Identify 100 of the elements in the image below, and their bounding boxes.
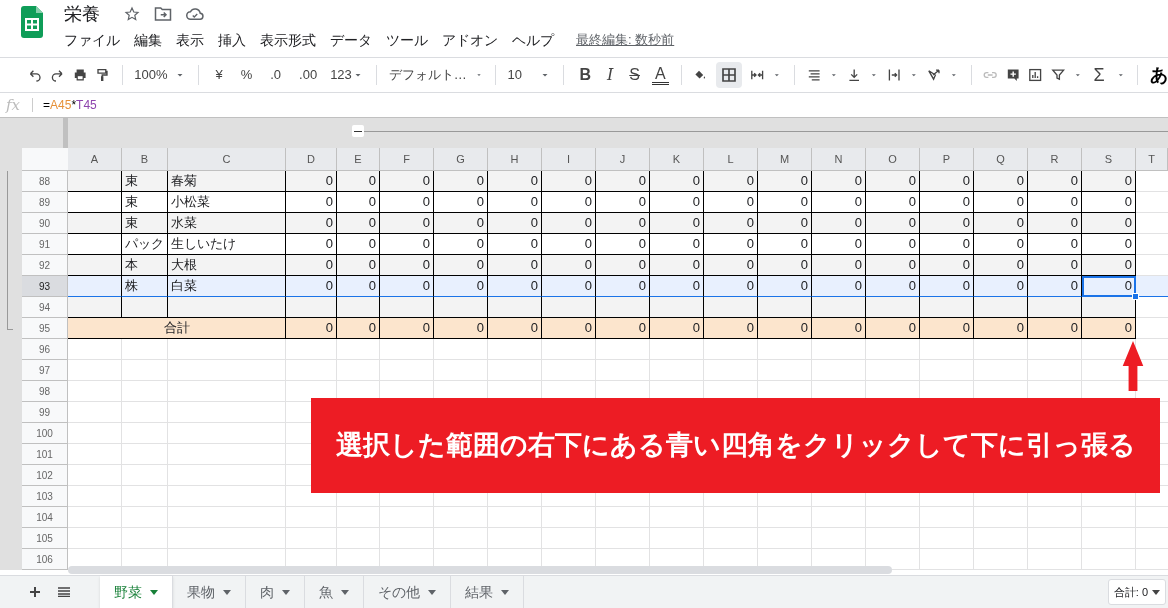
sum-dropdown[interactable]: 合計: 0 bbox=[1107, 579, 1166, 605]
bold-button[interactable]: B bbox=[575, 63, 595, 87]
table-cell: 生しいたけ bbox=[168, 234, 286, 255]
row-header[interactable]: 93 bbox=[22, 276, 68, 297]
column-header[interactable]: Q bbox=[974, 148, 1028, 171]
row-header[interactable]: 92 bbox=[22, 255, 68, 276]
strikethrough-button[interactable]: S bbox=[625, 63, 644, 87]
row-header[interactable]: 89 bbox=[22, 192, 68, 213]
caret-icon[interactable] bbox=[501, 589, 509, 595]
column-header[interactable]: N bbox=[812, 148, 866, 171]
caret-icon[interactable] bbox=[341, 589, 349, 595]
functions-button[interactable]: Σ bbox=[1090, 61, 1108, 89]
sheet-tab[interactable]: 魚 bbox=[305, 576, 364, 608]
row-header[interactable]: 90 bbox=[22, 213, 68, 234]
column-header[interactable]: A bbox=[68, 148, 122, 171]
collapse-group-button[interactable] bbox=[352, 125, 364, 137]
row-header[interactable]: 105 bbox=[22, 528, 68, 549]
percent-button[interactable]: % bbox=[235, 65, 258, 85]
row-header[interactable]: 104 bbox=[22, 507, 68, 528]
column-header[interactable]: E bbox=[337, 148, 380, 171]
menu-item[interactable]: アドオン bbox=[442, 29, 498, 51]
menu-icon[interactable] bbox=[58, 587, 70, 597]
sheets-logo-icon[interactable] bbox=[21, 6, 43, 38]
table-cell: 0 bbox=[488, 234, 542, 255]
menu-item[interactable]: ヘルプ bbox=[512, 29, 554, 51]
row-header[interactable]: 100 bbox=[22, 423, 68, 444]
sheet-tab[interactable]: その他 bbox=[364, 576, 451, 608]
caret-icon[interactable] bbox=[282, 589, 290, 595]
sheet-tab[interactable]: 結果 bbox=[451, 576, 524, 608]
row-header[interactable]: 102 bbox=[22, 465, 68, 486]
row-header[interactable]: 96 bbox=[22, 339, 68, 360]
menu-item[interactable]: 編集 bbox=[134, 29, 162, 51]
column-header[interactable]: P bbox=[920, 148, 974, 171]
font-dropdown[interactable]: デフォルト… bbox=[388, 65, 483, 85]
caret-icon[interactable] bbox=[223, 589, 231, 595]
caret-icon[interactable] bbox=[150, 589, 158, 595]
row-header[interactable]: 106 bbox=[22, 549, 68, 570]
table-cell: パック bbox=[122, 234, 168, 255]
last-edit-link[interactable]: 最終編集: 数秒前 bbox=[576, 30, 675, 50]
number-format-dropdown[interactable]: 123 bbox=[330, 65, 364, 85]
cloud-icon[interactable] bbox=[186, 7, 204, 21]
move-folder-icon[interactable] bbox=[154, 6, 172, 22]
column-header[interactable]: T bbox=[1136, 148, 1168, 171]
column-header[interactable]: B bbox=[122, 148, 168, 171]
column-header[interactable]: M bbox=[758, 148, 812, 171]
table-cell: 0 bbox=[337, 171, 380, 192]
italic-button[interactable]: I bbox=[602, 63, 618, 87]
sheet-tab[interactable]: 肉 bbox=[246, 576, 305, 608]
input-tools-button[interactable]: あ bbox=[1150, 61, 1168, 89]
font-size-dropdown[interactable]: 10 bbox=[507, 65, 551, 85]
column-header[interactable]: F bbox=[380, 148, 434, 171]
borders-icon[interactable] bbox=[719, 66, 738, 84]
row-header[interactable]: 88 bbox=[22, 171, 68, 192]
column-header[interactable]: L bbox=[704, 148, 758, 171]
sheet-tab[interactable]: 野菜 bbox=[100, 576, 173, 608]
paint-format-icon[interactable] bbox=[95, 66, 110, 84]
table-cell: 0 bbox=[704, 234, 758, 255]
column-header[interactable]: G bbox=[434, 148, 488, 171]
fill-handle[interactable] bbox=[1132, 293, 1139, 300]
row-header[interactable]: 95 bbox=[22, 318, 68, 339]
column-header[interactable]: J bbox=[596, 148, 650, 171]
formula-input[interactable]: =A45*T45 bbox=[43, 96, 97, 114]
caret-icon[interactable] bbox=[428, 589, 436, 595]
document-title[interactable]: 栄養 bbox=[64, 0, 100, 28]
column-header[interactable]: K bbox=[650, 148, 704, 171]
menu-item[interactable]: 表示 bbox=[176, 29, 204, 51]
row-header[interactable]: 97 bbox=[22, 360, 68, 381]
menu-item[interactable]: データ bbox=[330, 29, 372, 51]
increase-decimal-button[interactable]: .00 bbox=[294, 65, 323, 85]
menu-item[interactable]: 表示形式 bbox=[260, 29, 316, 51]
table-cell: 束 bbox=[122, 171, 168, 192]
column-header[interactable]: H bbox=[488, 148, 542, 171]
row-header[interactable]: 94 bbox=[22, 297, 68, 318]
currency-button[interactable]: ¥ bbox=[210, 65, 228, 85]
column-header[interactable]: O bbox=[866, 148, 920, 171]
horizontal-scrollbar[interactable] bbox=[68, 566, 892, 574]
table-cell: 0 bbox=[974, 171, 1028, 192]
column-header[interactable]: D bbox=[286, 148, 337, 171]
column-header[interactable]: S bbox=[1082, 148, 1136, 171]
zoom-dropdown[interactable]: 100% bbox=[134, 65, 186, 85]
add-sheet-icon[interactable] bbox=[30, 587, 40, 597]
column-header[interactable]: C bbox=[168, 148, 286, 171]
row-header[interactable]: 91 bbox=[22, 234, 68, 255]
chart-icon[interactable] bbox=[1028, 66, 1043, 84]
row-header[interactable]: 99 bbox=[22, 402, 68, 423]
decrease-decimal-button[interactable]: .0 bbox=[265, 65, 287, 85]
sheet-tab[interactable]: 果物 bbox=[173, 576, 246, 608]
menu-item[interactable]: ツール bbox=[386, 29, 428, 51]
column-header[interactable]: R bbox=[1028, 148, 1082, 171]
table-cell: 0 bbox=[704, 213, 758, 234]
column-header[interactable]: I bbox=[542, 148, 596, 171]
row-header[interactable]: 98 bbox=[22, 381, 68, 402]
table-cell: 0 bbox=[974, 318, 1028, 339]
row-header[interactable]: 101 bbox=[22, 444, 68, 465]
menu-item[interactable]: ファイル bbox=[64, 29, 120, 51]
row-header[interactable]: 103 bbox=[22, 486, 68, 507]
text-color-button[interactable]: A bbox=[651, 65, 669, 85]
table-cell: 0 bbox=[704, 192, 758, 213]
star-icon[interactable] bbox=[124, 6, 140, 22]
menu-item[interactable]: 挿入 bbox=[218, 29, 246, 51]
